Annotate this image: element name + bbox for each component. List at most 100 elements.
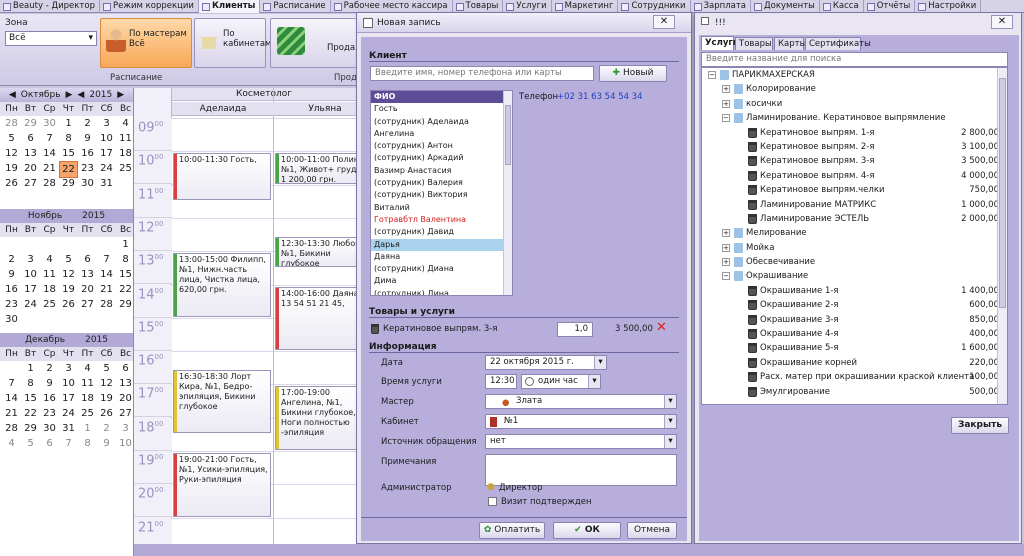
picker-tab[interactable]: Сертификаты	[805, 37, 871, 50]
calendar-day[interactable]: 21	[2, 406, 21, 421]
tree-node[interactable]: Окрашивание 5-я 1 600,00	[702, 341, 1007, 355]
calendar-day[interactable]: 9	[78, 131, 97, 146]
calendar-day[interactable]: 30	[40, 421, 59, 436]
calendar-day[interactable]: 29	[21, 116, 40, 131]
tree-node[interactable]: + Мелирование	[702, 226, 1007, 240]
duration-select[interactable]: один час	[521, 374, 601, 389]
calendar-day[interactable]: 2	[2, 252, 21, 267]
service-qty-input[interactable]: 1,0	[557, 322, 593, 337]
calendar-day[interactable]	[40, 237, 59, 252]
calendar-day[interactable]: 31	[59, 421, 78, 436]
calendar-day[interactable]	[21, 237, 40, 252]
calendar-day[interactable]: 30	[78, 176, 97, 191]
tree-node[interactable]: Окрашивание 1-я 1 400,00	[702, 284, 1007, 298]
calendar-day[interactable]: 1	[78, 421, 97, 436]
master-select[interactable]: ● Злата	[485, 394, 677, 409]
calendar-day[interactable]: 20	[78, 282, 97, 297]
module-tab[interactable]: Расписание	[260, 0, 331, 13]
calendar-day[interactable]: 22	[21, 406, 40, 421]
close-picker-button[interactable]: Закрыть	[951, 417, 1009, 434]
calendar-day[interactable]: 17	[97, 146, 116, 161]
calendar-day[interactable]: 18	[78, 391, 97, 406]
calendar-day[interactable]: 11	[78, 376, 97, 391]
calendar-day[interactable]	[116, 176, 135, 191]
calendar-day[interactable]: 16	[2, 282, 21, 297]
calendar-day[interactable]	[2, 361, 21, 376]
expand-icon[interactable]: +	[722, 229, 730, 238]
client-list-item[interactable]: Гость	[371, 103, 512, 115]
expand-icon[interactable]: +	[722, 243, 730, 252]
calendar-day[interactable]: 9	[40, 376, 59, 391]
calendar-day[interactable]: 11	[116, 131, 135, 146]
calendar-day[interactable]: 25	[78, 406, 97, 421]
calendar-day[interactable]: 28	[2, 421, 21, 436]
client-list-item[interactable]: (сотрудник) Виктория	[371, 189, 512, 201]
zona-select[interactable]: Всё	[5, 31, 97, 46]
picker-tab[interactable]: Услуги	[701, 36, 739, 50]
visit-confirmed-checkbox[interactable]	[488, 497, 497, 506]
by-rooms-button[interactable]: По кабинетам	[194, 18, 271, 68]
calendar-day[interactable]: 15	[116, 267, 135, 282]
calendar-day[interactable]: 12	[59, 267, 78, 282]
calendar-day[interactable]	[40, 312, 59, 327]
calendar-day[interactable]: 10	[21, 267, 40, 282]
sales-button[interactable]: Продаж	[270, 18, 363, 68]
client-list-item[interactable]: Даяна	[371, 251, 512, 263]
calendar-day[interactable]	[59, 237, 78, 252]
client-list-item[interactable]: Ангелина	[371, 128, 512, 140]
client-list-item[interactable]: Дарья	[371, 238, 512, 251]
time-input[interactable]: 12:30	[485, 374, 517, 389]
client-list-item[interactable]: (сотрудник) Дина	[371, 288, 512, 295]
tree-node[interactable]: Кератиновое выпрям. 4-я 4 000,00	[702, 169, 1007, 183]
calendar-day[interactable]: 17	[59, 391, 78, 406]
calendar-day[interactable]	[21, 312, 40, 327]
client-list-item[interactable]: (сотрудник) Аркадий	[371, 152, 512, 164]
calendar-day[interactable]: 5	[2, 131, 21, 146]
tree-node[interactable]: − ПАРИКМАХЕРСКАЯ	[702, 68, 1007, 82]
calendar-day[interactable]: 31	[97, 176, 116, 191]
appointment-block[interactable]: 19:00-21:00 Гость, №1, Усики-эпиляция, Р…	[173, 453, 271, 517]
calendar-day[interactable]: 19	[59, 282, 78, 297]
calendar-day[interactable]: 8	[116, 252, 135, 267]
calendar-day[interactable]: 13	[78, 267, 97, 282]
tree-node[interactable]: Расх. матер при окрашивании краской клие…	[702, 370, 1007, 384]
calendar-day[interactable]: 5	[97, 361, 116, 376]
tree-node[interactable]: − Окрашивание	[702, 269, 1007, 283]
calendar-day[interactable]	[97, 312, 116, 327]
client-list-item[interactable]: (сотрудник) Валерия	[371, 177, 512, 189]
calendar-day[interactable]: 10	[97, 131, 116, 146]
calendar-day[interactable]	[59, 312, 78, 327]
tree-node[interactable]: Ламинирование ЭСТЕЛЬ 2 000,00	[702, 212, 1007, 226]
tree-node[interactable]: Эмулгирование 500,00	[702, 385, 1007, 399]
module-tab[interactable]: Режим коррекции	[100, 0, 199, 13]
calendar-day[interactable]: 4	[116, 116, 135, 131]
calendar-day[interactable]: 29	[116, 297, 135, 312]
module-tab[interactable]: Beauty - Директор	[0, 0, 100, 13]
calendar-day[interactable]: 1	[21, 361, 40, 376]
calendar-day[interactable]: 3	[97, 116, 116, 131]
services-tree[interactable]: − ПАРИКМАХЕРСКАЯ + Колорирование + косички − Ла…	[701, 67, 1008, 405]
calendar-day[interactable]: 24	[21, 297, 40, 312]
calendar-day[interactable]: 10	[59, 376, 78, 391]
calendar-day[interactable]: 2	[97, 421, 116, 436]
cancel-button[interactable]: Отмена	[627, 522, 677, 539]
tree-node[interactable]: + косички	[702, 97, 1007, 111]
calendar-day[interactable]: 28	[97, 297, 116, 312]
dialog-close-button[interactable]: ✕	[653, 15, 675, 29]
tree-scrollbar[interactable]	[997, 68, 1007, 404]
next-month-icon[interactable]: ▶	[117, 90, 124, 100]
calendar-day[interactable]: 12	[2, 146, 21, 161]
appointment-block[interactable]: 16:30-18:30 Лорт Кира, №1, Бедро-эпиляци…	[173, 369, 271, 434]
calendar-day[interactable]: 25	[40, 297, 59, 312]
calendar-day[interactable]: 14	[2, 391, 21, 406]
calendar-day[interactable]: 30	[40, 116, 59, 131]
calendar-day[interactable]: 4	[78, 361, 97, 376]
client-list-item[interactable]: (сотрудник) Антон	[371, 140, 512, 152]
calendar-day[interactable]: 26	[97, 406, 116, 421]
calendar-day[interactable]: 19	[97, 391, 116, 406]
by-masters-button[interactable]: По мастерам Всё	[100, 18, 192, 68]
module-tab[interactable]: Клиенты	[198, 0, 261, 13]
tree-node[interactable]: Кератиновое выпрям.челки 750,00	[702, 183, 1007, 197]
calendar-day[interactable]	[78, 312, 97, 327]
calendar-day[interactable]: 16	[40, 391, 59, 406]
